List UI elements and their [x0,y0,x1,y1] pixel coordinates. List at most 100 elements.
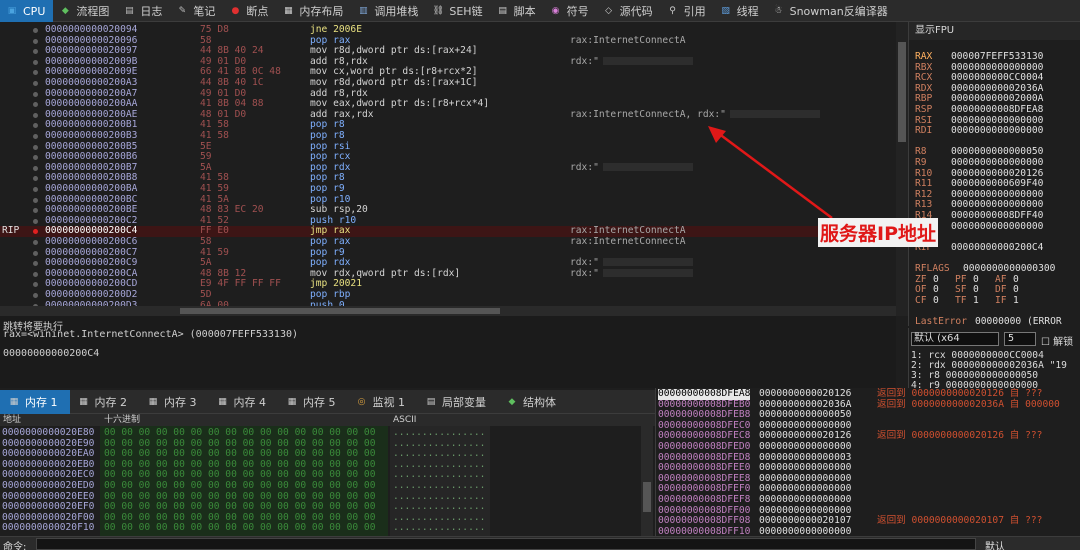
register-value[interactable]: 00000000008DFEA8 [951,104,1043,115]
hex-column-header[interactable]: 十六进制 [104,414,140,426]
tab-7[interactable]: ⛓ SEH链 [426,0,490,22]
breakpoint-dot-icon[interactable] [33,28,38,33]
breakpoint-dot-icon[interactable] [33,123,38,129]
disassembly-vertical-scrollbar[interactable] [896,22,908,316]
breakpoint-dot-icon[interactable] [33,49,38,55]
register-row[interactable]: LastError 00000000 (ERROR_ [915,316,1067,326]
calling-convention-select[interactable]: 默认 (x64 [911,332,999,346]
register-value[interactable]: 0000000000CC0004 [951,72,1043,83]
breakpoint-dot-icon[interactable] [33,155,38,161]
ascii-column-header[interactable]: ASCII [393,414,416,426]
register-value[interactable]: 000007FEFF533130 [951,51,1043,62]
command-input[interactable] [36,538,976,550]
disasm-row[interactable]: 00000000000200D2 5D pop rbp [0,289,896,301]
unlock-checkbox[interactable]: ☐ 解锁 [1041,333,1073,348]
disasm-row[interactable]: 00000000000200C6 58 pop rax rax:InternetCon… [0,236,896,248]
dump-tab-4[interactable]: ▦ 内存 5 [278,390,348,414]
breakpoint-dot-icon[interactable] [33,91,38,97]
breakpoint-dot-icon[interactable] [33,218,38,224]
breakpoint-dot-icon[interactable] [33,144,38,150]
dump-tab-0[interactable]: ▦ 内存 1 [0,390,70,414]
scrollbar-thumb[interactable] [643,482,651,512]
tab-8[interactable]: ▤ 脚本 [491,0,544,22]
breakpoint-dot-icon[interactable] [33,271,38,277]
register-row[interactable]: RDI 0000000000000000 [915,125,1043,137]
tab-0[interactable]: ▣ CPU [0,0,54,22]
breakpoint-dot-icon[interactable] [33,102,38,108]
breakpoint-dot-icon[interactable] [33,261,38,267]
command-mode-select[interactable]: 默认 [985,538,1005,550]
dump-tab-1[interactable]: ▦ 内存 2 [70,390,140,414]
breakpoint-dot-icon[interactable] [33,81,38,86]
dump-tab-6[interactable]: ▤ 局部变量 [417,390,498,414]
register-value[interactable]: 0000000000609F40 [951,178,1043,189]
breakpoint-dot-icon[interactable] [33,293,38,298]
tab-12[interactable]: ▧ 线程 [714,0,767,22]
tab-11[interactable]: ⚲ 引用 [661,0,714,22]
flag-value[interactable]: 1 [1013,295,1035,307]
breakpoint-dot-icon[interactable] [33,70,38,76]
stack-row[interactable]: 00000000008DFF10 0000000000000000 [656,526,1080,536]
stack-row[interactable]: 00000000008DFED0 0000000000000000 [656,441,1080,453]
register-value[interactable]: 0000000000020126 [951,168,1043,179]
tab-4[interactable]: ● 断点 [223,0,276,22]
breakpoint-dot-icon[interactable] [33,208,38,214]
breakpoint-dot-icon[interactable] [33,176,38,182]
breakpoint-dot-icon[interactable] [33,38,38,44]
dump-tab-7[interactable]: ◆ 结构体 [498,390,568,414]
register-value[interactable]: 0000000000000000 [951,62,1043,73]
register-value[interactable]: 0000000000000050 [951,146,1043,158]
tab-13[interactable]: ☃ Snowman反编译器 [767,0,896,22]
address-column-header[interactable]: 地址 [3,414,21,426]
flag-value[interactable]: 1 [973,295,995,307]
breakpoint-dot-icon[interactable] [33,197,38,203]
register-value[interactable]: 0000000000000000 [951,199,1043,211]
breakpoint-dot-icon[interactable] [33,165,38,171]
disassembly-horizontal-scrollbar[interactable] [0,306,896,316]
dump-tab-2[interactable]: ▦ 内存 3 [139,390,209,414]
flag-value[interactable]: 0 [933,295,955,307]
register-value[interactable]: 0000000000000000 [951,221,1043,232]
scrollbar-thumb[interactable] [898,42,906,142]
disassembly-view[interactable]: 0000000000020094 75 D8 jne 2006E 0000000000… [0,22,896,308]
tab-2[interactable]: ▤ 日志 [117,0,170,22]
dump-tab-3[interactable]: ▦ 内存 4 [209,390,279,414]
breakpoint-dot-icon[interactable] [33,250,38,256]
memory-dump-view[interactable]: 地址 十六进制 ASCII 0000000000020E80 00 00 00 0… [0,414,655,536]
tab-5[interactable]: ▦ 内存布局 [276,0,351,22]
stack-row[interactable]: 00000000008DFEF8 0000000000000000 [656,494,1080,506]
register-value[interactable]: 0000000000000000 [951,125,1043,136]
show-fpu-toggle[interactable]: 显示FPU [909,22,1080,40]
breakpoint-dot-icon[interactable] [33,229,38,235]
register-value[interactable]: 0000000000000000 [951,189,1043,200]
register-value[interactable]: 00000000000200C4 [951,242,1043,253]
register-value[interactable]: 0000000000000300 [963,263,1055,274]
tab-3[interactable]: ✎ 笔记 [170,0,223,22]
breakpoint-dot-icon[interactable] [33,187,38,192]
breakpoint-dot-icon[interactable] [33,240,38,245]
tab-9[interactable]: ◉ 符号 [544,0,597,22]
register-value[interactable]: 0000000000000000 [951,115,1043,126]
breakpoint-dot-icon[interactable] [33,134,38,139]
disasm-row[interactable]: 0000000000020094 75 D8 jne 2006E [0,24,896,36]
tab-1[interactable]: ◆ 流程图 [53,0,117,22]
register-value[interactable]: 00000000008DFF40 [951,210,1043,221]
breakpoint-dot-icon[interactable] [33,282,38,288]
register-value[interactable]: 000000000002000A [951,93,1043,105]
breakpoint-dot-icon[interactable] [33,112,38,118]
register-row[interactable]: RFLAGS 0000000000000300 [915,263,1055,275]
argument-count-spinner[interactable]: 5 [1004,332,1036,346]
disasm-row[interactable]: 00000000000200A3 44 8B 40 1C mov r8d,dword… [0,77,896,89]
argument-row[interactable]: 4: r9 0000000000000000 [911,380,1038,388]
dump-tab-5[interactable]: ◎ 监视 1 [348,390,418,414]
register-value[interactable]: 000000000002036A [951,83,1043,94]
scrollbar-thumb[interactable] [180,308,500,314]
register-value[interactable]: 0000000000000000 [951,157,1043,168]
dump-vertical-scrollbar[interactable] [641,426,653,536]
stack-row[interactable]: 00000000008DFEA8 0000000000020126 返回到 0000… [656,388,1080,400]
stack-view[interactable]: 00000000008DFEA8 0000000000020126 返回到 0000… [655,388,1080,536]
disasm-row[interactable]: 00000000000200B3 41 58 pop r8 [0,130,896,142]
breakpoint-dot-icon[interactable] [33,59,38,65]
register-value[interactable]: 00000000 (ERROR_ [975,316,1067,326]
tab-6[interactable]: ▥ 调用堆栈 [351,0,426,22]
